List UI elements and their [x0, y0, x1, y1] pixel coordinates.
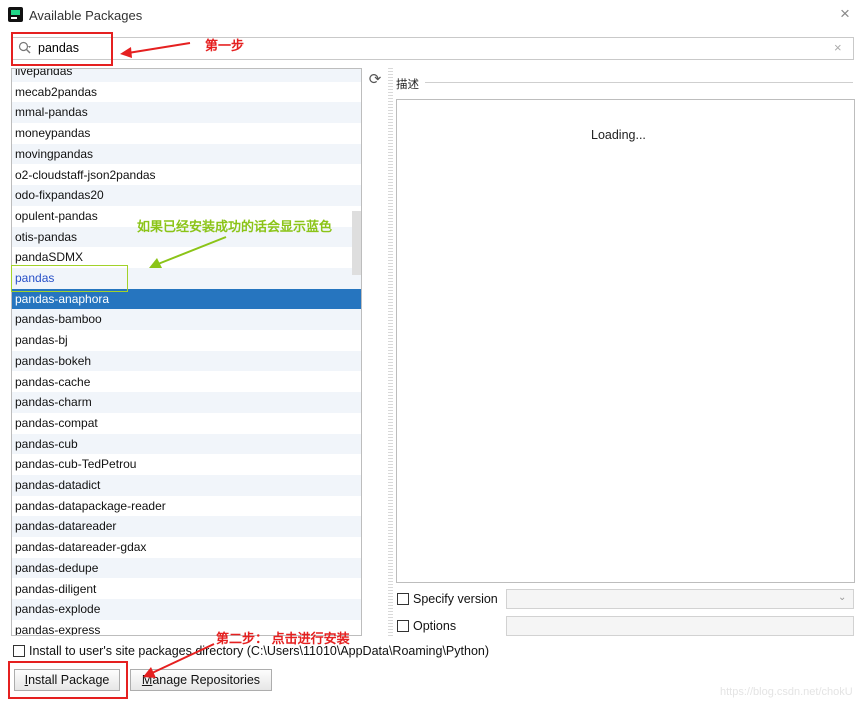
red-arrow-step2 [143, 643, 215, 678]
green-arrow-installed [149, 236, 227, 268]
annotation-arrows [120, 42, 227, 678]
red-arrow-step1 [120, 42, 191, 58]
